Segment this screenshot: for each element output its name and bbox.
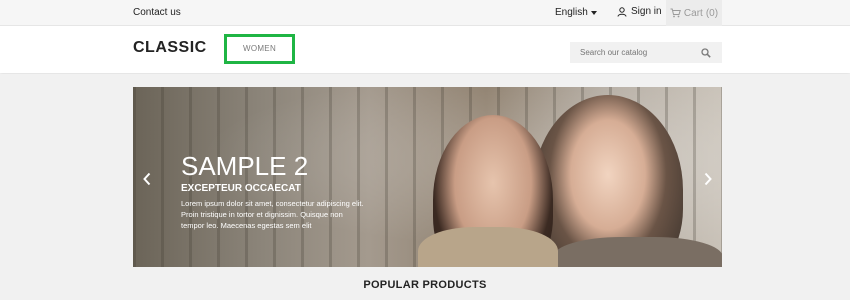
cart-label: Cart xyxy=(683,7,703,19)
slide-caption: SAMPLE 2 EXCEPTEUR OCCAECAT Lorem ipsum … xyxy=(181,151,381,231)
main-content: SAMPLE 2 EXCEPTEUR OCCAECAT Lorem ipsum … xyxy=(0,74,850,300)
slide-description: Lorem ipsum dolor sit amet, consectetur … xyxy=(181,199,364,230)
carousel-next-button[interactable] xyxy=(700,171,716,187)
chevron-left-icon xyxy=(143,172,151,186)
header: CLASSIC WOMEN xyxy=(0,26,850,73)
carousel-prev-button[interactable] xyxy=(139,171,155,187)
user-icon xyxy=(617,6,627,17)
sign-in-label: Sign in xyxy=(631,6,662,17)
search-icon[interactable] xyxy=(701,47,711,58)
slide-title: SAMPLE 2 xyxy=(181,151,309,181)
language-label: English xyxy=(555,7,588,18)
slide-subtitle: EXCEPTEUR OCCAECAT xyxy=(181,183,301,194)
slide-image-scarf-right xyxy=(553,237,722,267)
search-box xyxy=(570,42,722,63)
chevron-right-icon xyxy=(704,172,712,186)
shopping-cart-icon xyxy=(670,8,681,18)
slide-image-scarf-left xyxy=(418,227,558,267)
caret-down-icon xyxy=(590,10,597,15)
nav-item-women[interactable]: WOMEN xyxy=(224,34,295,64)
carousel[interactable]: SAMPLE 2 EXCEPTEUR OCCAECAT Lorem ipsum … xyxy=(133,87,722,267)
cart-button[interactable]: Cart (0) xyxy=(666,0,722,26)
section-title-popular-products: POPULAR PRODUCTS xyxy=(363,279,487,291)
search-input[interactable] xyxy=(570,47,695,58)
sign-in-button[interactable]: Sign in xyxy=(617,6,662,17)
language-selector[interactable]: English xyxy=(555,7,597,18)
top-bar: Contact us English Sign in Cart (0) xyxy=(0,0,850,26)
contact-us-link[interactable]: Contact us xyxy=(133,7,181,18)
logo[interactable]: CLASSIC xyxy=(133,39,207,57)
cart-count: (0) xyxy=(705,7,719,19)
